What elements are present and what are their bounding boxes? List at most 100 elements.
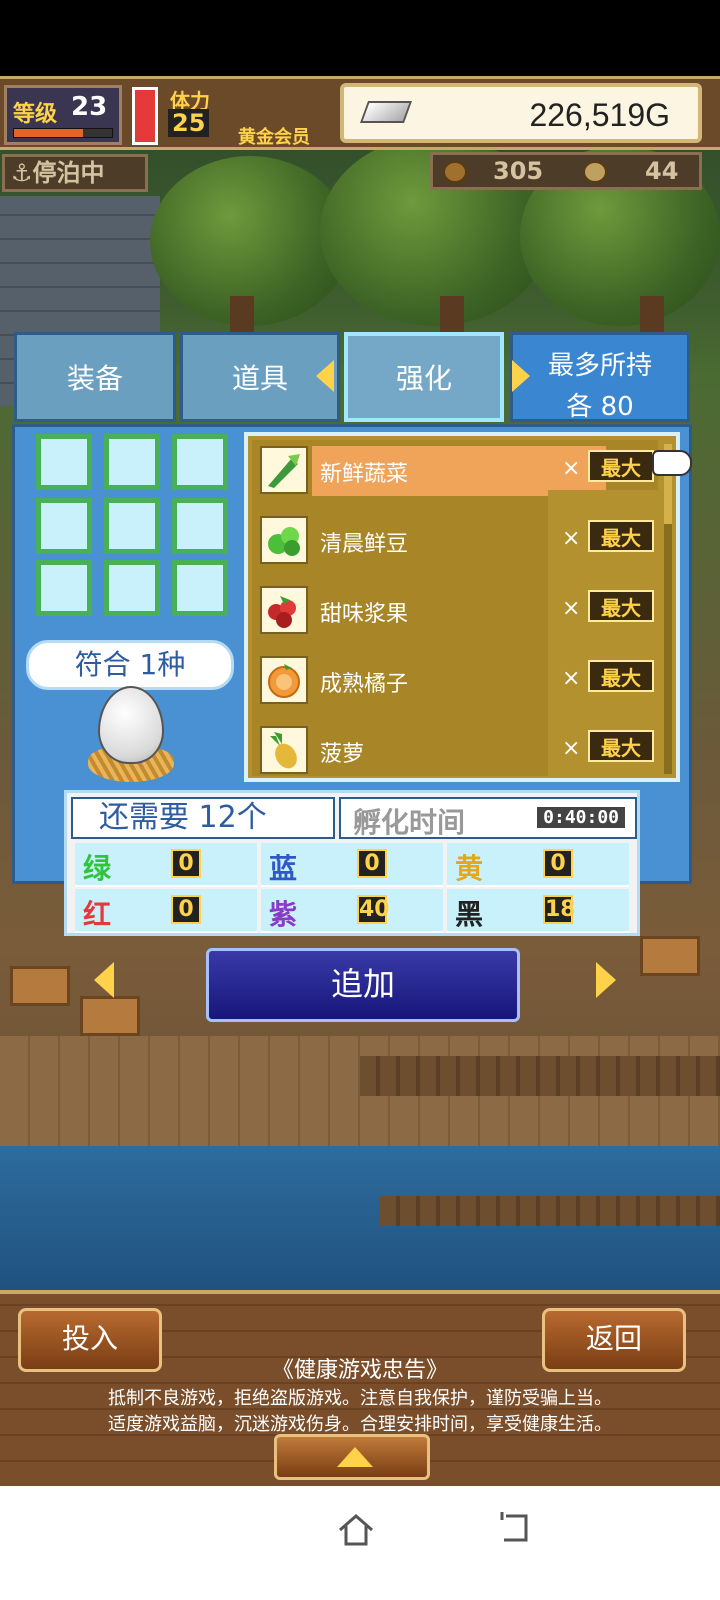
count-blue: 蓝 0 xyxy=(261,843,443,887)
max-hold-line2: 各 80 xyxy=(566,392,634,422)
tab-equipment[interactable]: 装备 xyxy=(14,332,176,422)
chevron-left-icon[interactable] xyxy=(316,360,334,392)
add-button[interactable]: 追加 xyxy=(206,948,520,1022)
list-item[interactable]: 新鲜蔬菜 × 最大 xyxy=(252,440,658,560)
resource2-value: 44 xyxy=(645,157,679,185)
list-item[interactable]: 菠萝 × 最大 xyxy=(252,720,658,778)
count-value: 0 xyxy=(543,849,573,878)
pineapple-icon xyxy=(260,726,308,774)
material-slot[interactable] xyxy=(104,434,160,490)
item-quantity[interactable]: 最大 xyxy=(588,660,654,692)
docked-label: 停泊中 xyxy=(32,159,105,187)
list-item[interactable]: 清晨鲜豆 × 最大 xyxy=(252,510,658,580)
item-multiply: × xyxy=(562,596,581,621)
count-label: 绿 xyxy=(83,852,112,885)
hatch-time-box: 孵化时间 0:40:00 xyxy=(339,797,637,839)
stamina-value: 25 xyxy=(168,109,210,137)
count-value: 0 xyxy=(171,895,201,924)
chevron-right-icon[interactable] xyxy=(512,360,530,392)
item-name: 菠萝 xyxy=(320,742,365,767)
item-multiply: × xyxy=(562,666,581,691)
item-list: 新鲜蔬菜 × 最大 清晨鲜豆 × 最大 甜味浆果 × 最大 成熟橘子 × 最大 xyxy=(244,432,680,782)
level-label: 等级 xyxy=(13,102,58,127)
status-bar xyxy=(0,0,720,76)
item-name: 甜味浆果 xyxy=(320,602,409,627)
count-value: 40 xyxy=(357,895,390,924)
material-slot[interactable] xyxy=(104,498,160,554)
membership-badge: 黄金会员 xyxy=(238,127,310,148)
top-hud: 等级 23 体力 25 黄金会员 226,519G xyxy=(0,76,720,150)
count-label: 黄 xyxy=(455,852,484,885)
ship-icon xyxy=(443,161,467,183)
tab-enhance[interactable]: 强化 xyxy=(344,332,504,422)
count-label: 蓝 xyxy=(269,852,298,885)
item-quantity[interactable]: 最大 xyxy=(588,450,654,482)
material-slot[interactable] xyxy=(36,560,92,616)
crate xyxy=(10,966,70,1006)
material-slot[interactable] xyxy=(172,498,228,554)
arrow-right-icon[interactable] xyxy=(596,962,616,998)
item-list-inner: 新鲜蔬菜 × 最大 清晨鲜豆 × 最大 甜味浆果 × 最大 成熟橘子 × 最大 xyxy=(252,440,658,778)
tree-trunk xyxy=(440,296,464,336)
system-nav-bar xyxy=(0,1486,720,1600)
pier xyxy=(380,1196,720,1226)
material-slot[interactable] xyxy=(36,434,92,490)
health-notice-title: 《健康游戏忠告》 xyxy=(271,1358,448,1383)
item-quantity[interactable]: 最大 xyxy=(588,520,654,552)
hatch-time-value: 0:40:00 xyxy=(537,807,625,828)
item-quantity[interactable]: 最大 xyxy=(588,590,654,622)
item-multiply: × xyxy=(562,736,581,761)
tree-trunk xyxy=(230,296,254,336)
resource-box: 305 44 xyxy=(430,152,702,190)
item-quantity[interactable]: 最大 xyxy=(588,730,654,762)
crate xyxy=(640,936,700,976)
health-notice-line: 抵制不良游戏，拒绝盗版游戏。注意自我保护，谨防受骗上当。 xyxy=(108,1388,612,1409)
level-progress-fill xyxy=(14,129,83,137)
needs-remaining: 还需要 12个 xyxy=(71,797,335,839)
count-label: 红 xyxy=(83,898,112,931)
list-item[interactable]: 成熟橘子 × 最大 xyxy=(252,650,658,720)
count-green: 绿 0 xyxy=(75,843,257,887)
expand-up-button[interactable] xyxy=(274,1434,430,1480)
count-purple: 紫 40 xyxy=(261,889,443,933)
level-value: 23 xyxy=(71,92,108,122)
hand-pointer-icon xyxy=(652,450,692,476)
arrow-left-icon[interactable] xyxy=(94,962,114,998)
count-red: 红 0 xyxy=(75,889,257,933)
count-label: 黑 xyxy=(455,898,484,931)
medal-icon xyxy=(583,161,607,183)
item-name: 新鲜蔬菜 xyxy=(320,462,409,487)
tab-enhance-label: 强化 xyxy=(395,362,452,395)
level-progress-bar xyxy=(13,128,113,138)
count-yellow: 黄 0 xyxy=(447,843,629,887)
requirements-box: 还需要 12个 孵化时间 0:40:00 绿 0 蓝 0 黄 0 红 0 紫 4… xyxy=(64,790,640,936)
tree-trunk xyxy=(640,296,664,336)
item-name: 清晨鲜豆 xyxy=(320,532,409,557)
bottom-panel: 投入 返回 《健康游戏忠告》 抵制不良游戏，拒绝盗版游戏。注意自我保护，谨防受骗… xyxy=(0,1290,720,1486)
tab-items-label: 道具 xyxy=(231,362,288,395)
material-slot[interactable] xyxy=(172,560,228,616)
resource1-value: 305 xyxy=(493,157,544,185)
health-notice-line: 适度游戏益脑，沉迷游戏伤身。合理安排时间，享受健康生活。 xyxy=(108,1414,612,1435)
match-count: 符合 1种 xyxy=(26,640,234,690)
vegetable-icon xyxy=(260,446,308,494)
back-icon[interactable] xyxy=(498,1510,530,1546)
count-black: 黑 18 xyxy=(447,889,629,933)
item-multiply: × xyxy=(562,456,581,481)
material-slot[interactable] xyxy=(104,560,160,616)
docked-status: ⚓停泊中 xyxy=(2,154,148,192)
crate xyxy=(80,996,140,1036)
home-icon[interactable] xyxy=(336,1512,376,1548)
orange-icon xyxy=(260,656,308,704)
list-scrollbar[interactable] xyxy=(664,444,672,774)
material-slot[interactable] xyxy=(172,434,228,490)
material-slot[interactable] xyxy=(36,498,92,554)
max-hold-info: 最多所持 各 80 xyxy=(510,332,690,422)
max-hold-line1: 最多所持 xyxy=(547,351,652,381)
count-label: 紫 xyxy=(269,898,298,931)
count-value: 0 xyxy=(171,849,201,878)
tab-equipment-label: 装备 xyxy=(66,362,123,395)
gold-value: 226,519G xyxy=(529,97,670,133)
list-item[interactable]: 甜味浆果 × 最大 xyxy=(252,580,658,650)
gold-box: 226,519G xyxy=(340,83,702,143)
